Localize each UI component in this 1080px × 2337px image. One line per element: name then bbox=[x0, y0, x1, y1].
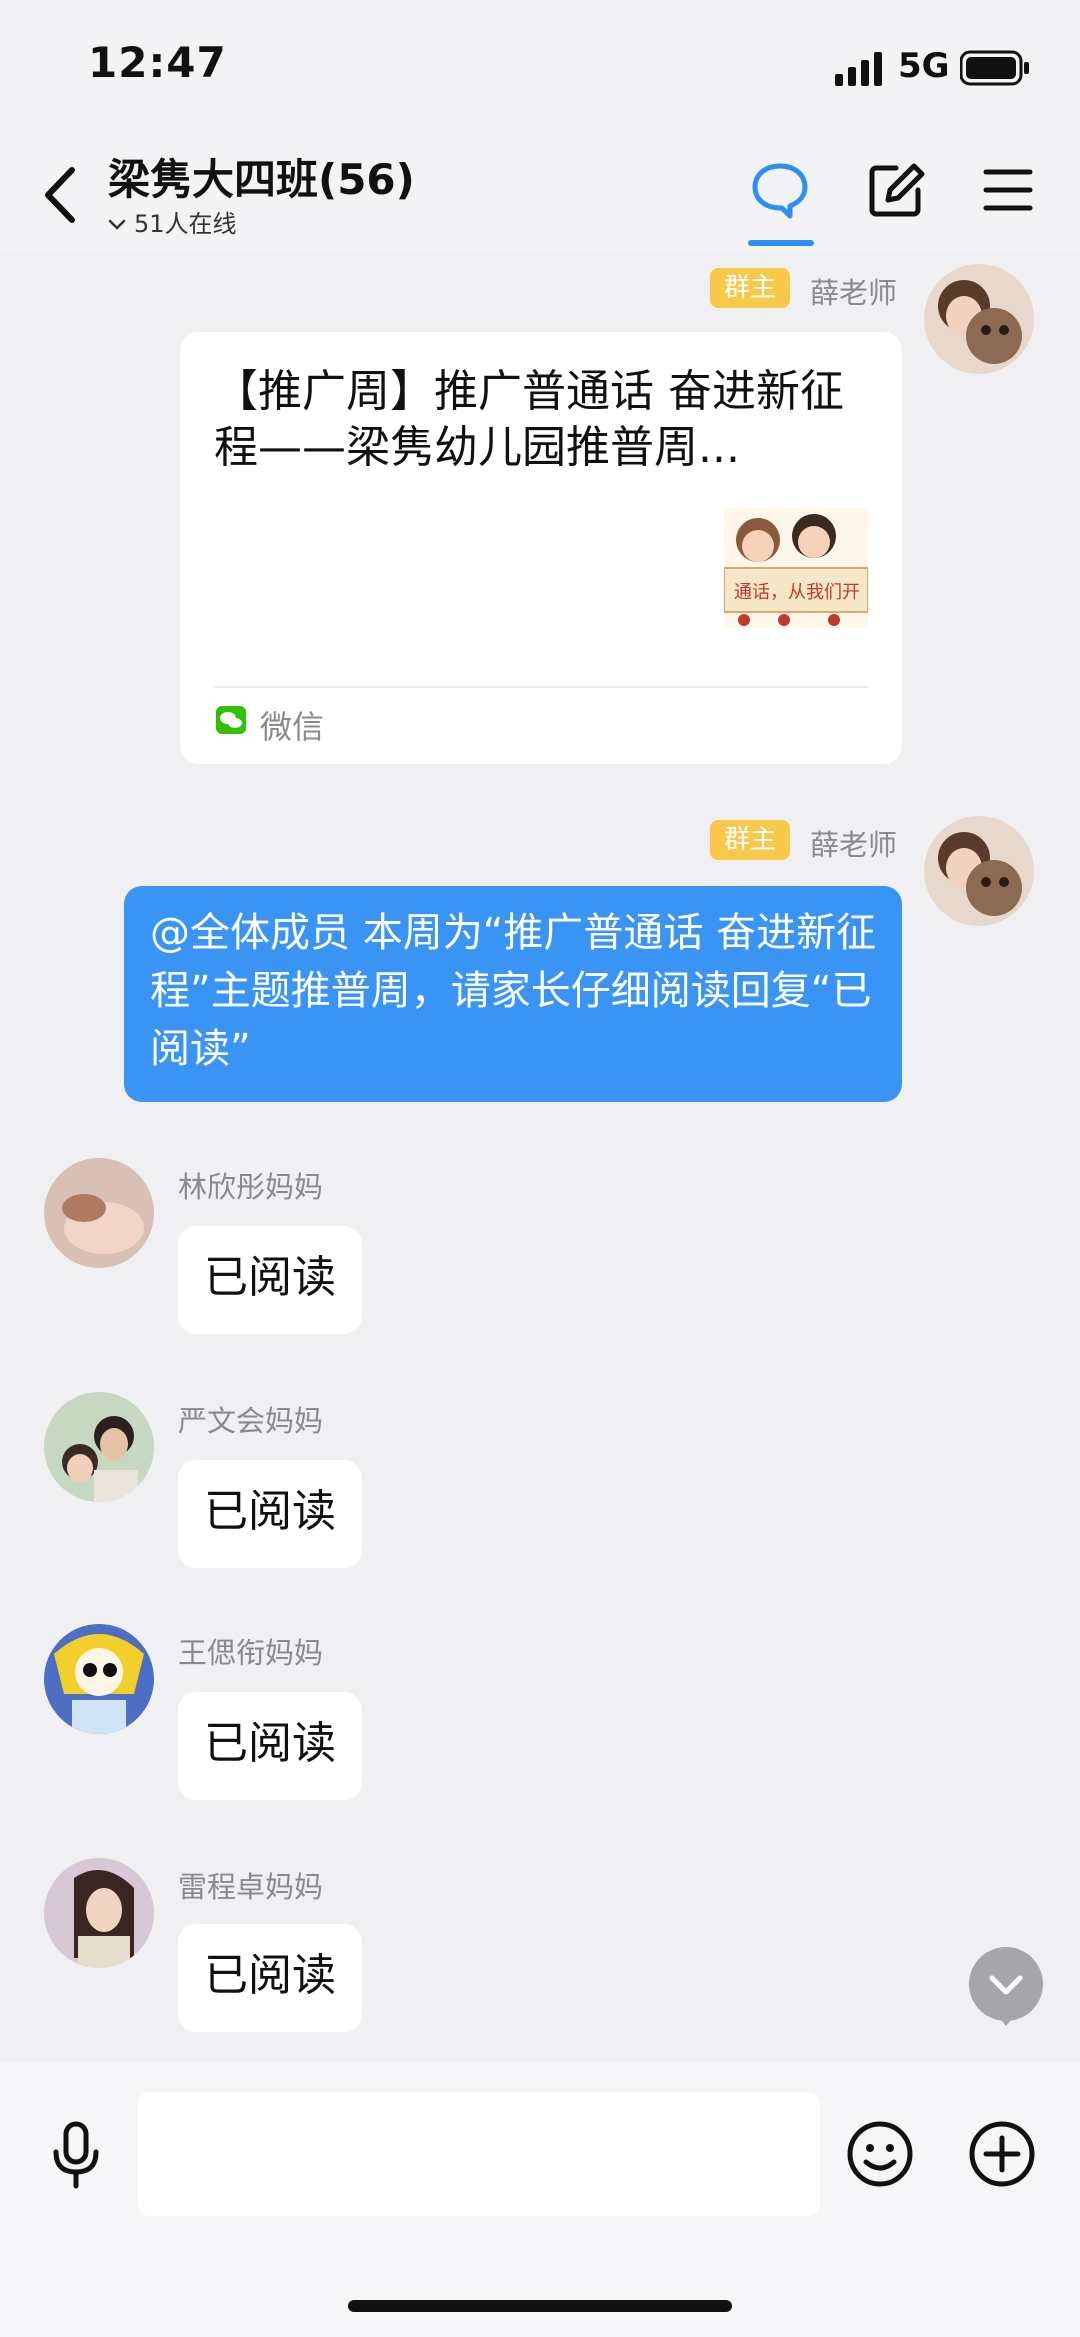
message-bubble-incoming[interactable]: 已阅读 bbox=[178, 1460, 362, 1568]
avatar[interactable] bbox=[44, 1158, 154, 1268]
chat-bubble-icon[interactable] bbox=[750, 160, 810, 220]
message-bubble-outgoing[interactable]: @全体成员 本周为“推广普通话 奋进新征程”主题推普周，请家长仔细阅读回复“已阅… bbox=[124, 886, 902, 1102]
sender-name: 薛老师 bbox=[810, 276, 898, 310]
avatar[interactable] bbox=[924, 264, 1034, 374]
avatar[interactable] bbox=[924, 816, 1034, 926]
message-text: @全体成员 本周为“推广普通话 奋进新征程”主题推普周，请家长仔细阅读回复“已阅… bbox=[150, 910, 877, 1072]
online-count[interactable]: 51人在线 bbox=[108, 204, 237, 239]
avatar[interactable] bbox=[44, 1624, 154, 1734]
message-text: 已阅读 bbox=[204, 1486, 336, 1537]
home-indicator bbox=[348, 2300, 732, 2312]
group-owner-badge: 群主 bbox=[710, 820, 791, 860]
back-icon[interactable] bbox=[40, 160, 80, 230]
active-tab-indicator bbox=[748, 240, 814, 246]
message-text: 已阅读 bbox=[204, 1252, 336, 1303]
plus-icon[interactable] bbox=[968, 2120, 1036, 2188]
group-owner-badge: 群主 bbox=[710, 268, 791, 308]
microphone-icon[interactable] bbox=[46, 2120, 106, 2190]
sender-name: 林欣彤妈妈 bbox=[178, 1170, 324, 1204]
sender-name: 王偲衔妈妈 bbox=[178, 1636, 324, 1670]
message-bubble-incoming[interactable]: 已阅读 bbox=[178, 1692, 362, 1800]
menu-icon[interactable] bbox=[978, 160, 1038, 220]
battery-icon bbox=[960, 50, 1029, 86]
card-title: 【推广周】推广普通话 奋进新征程——梁隽幼儿园推普周... bbox=[214, 366, 844, 473]
emoji-icon[interactable] bbox=[846, 2120, 914, 2188]
input-bar bbox=[0, 2062, 1080, 2337]
network-label: 5G bbox=[898, 46, 950, 86]
avatar[interactable] bbox=[44, 1858, 154, 1968]
svg-text:通话，从我们开: 通话，从我们开 bbox=[734, 582, 860, 603]
sender-name: 薛老师 bbox=[810, 828, 898, 862]
signal-icon bbox=[835, 52, 882, 86]
online-count-label: 51人在线 bbox=[134, 210, 237, 238]
card-source: 微信 bbox=[260, 708, 325, 746]
wechat-icon bbox=[216, 706, 246, 734]
message-bubble-incoming[interactable]: 已阅读 bbox=[178, 1924, 362, 2032]
card-thumbnail: 通话，从我们开 bbox=[724, 508, 868, 628]
scroll-down-icon[interactable] bbox=[968, 1946, 1044, 2026]
sender-name: 雷程卓妈妈 bbox=[178, 1870, 324, 1904]
link-card[interactable]: 【推广周】推广普通话 奋进新征程——梁隽幼儿园推普周... 通话，从我们开 微信 bbox=[180, 332, 902, 764]
message-bubble-incoming[interactable]: 已阅读 bbox=[178, 1226, 362, 1334]
sender-name: 严文会妈妈 bbox=[178, 1404, 324, 1438]
chevron-down-icon bbox=[108, 219, 126, 230]
card-divider bbox=[214, 686, 868, 688]
chat-header: 梁隽大四班(56) 51人在线 bbox=[0, 140, 1080, 252]
avatar[interactable] bbox=[44, 1392, 154, 1502]
compose-icon[interactable] bbox=[866, 160, 926, 220]
message-input[interactable] bbox=[138, 2092, 820, 2216]
status-bar: 12:47 5G bbox=[0, 0, 1080, 140]
message-text: 已阅读 bbox=[204, 1950, 336, 2001]
status-time: 12:47 bbox=[88, 38, 227, 87]
group-title[interactable]: 梁隽大四班(56) bbox=[108, 146, 415, 207]
message-text: 已阅读 bbox=[204, 1718, 336, 1769]
